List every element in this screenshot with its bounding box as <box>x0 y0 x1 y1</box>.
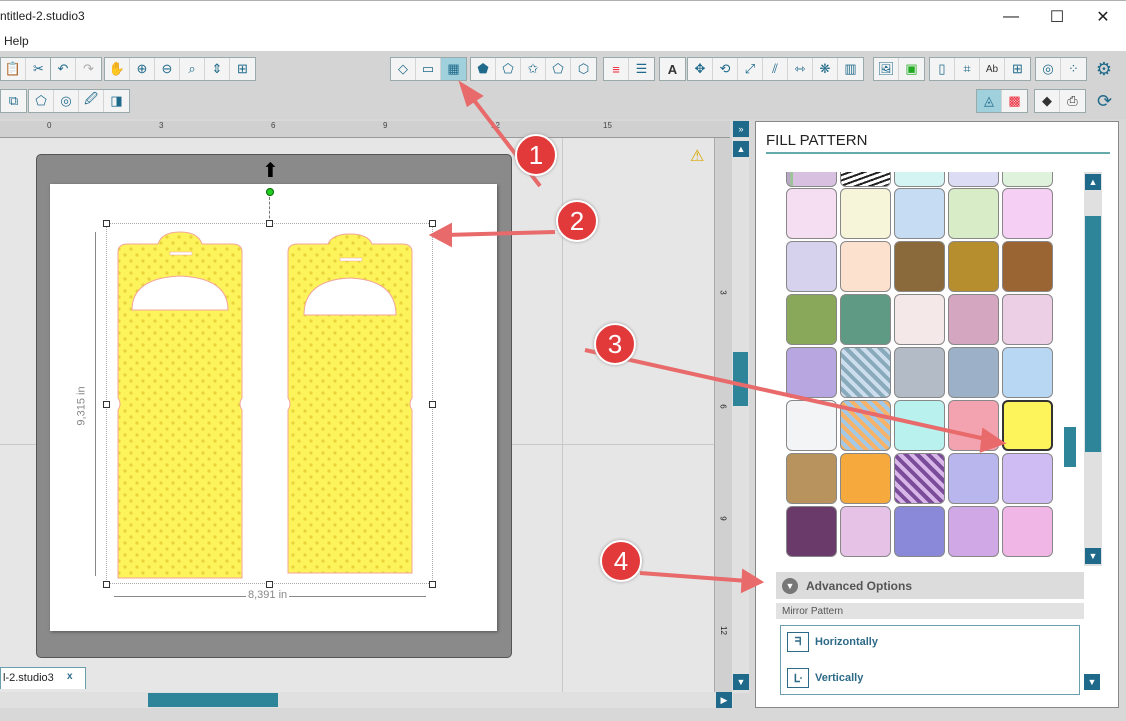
annotation-arrow-3 <box>584 348 991 442</box>
annotation-badge-3: 3 <box>594 323 636 365</box>
annotation-badge-4: 4 <box>600 540 642 582</box>
annotation-badge-1: 1 <box>515 134 557 176</box>
annotation-arrows <box>428 80 1007 594</box>
annotation-arrowhead-3 <box>979 427 1007 453</box>
annotation-badge-2: 2 <box>556 200 598 242</box>
annotation-arrow-2 <box>444 230 556 237</box>
annotation-arrowhead-1 <box>458 80 484 108</box>
annotation-arrowhead-2 <box>428 222 452 248</box>
annotation-arrowhead-4 <box>740 568 765 594</box>
annotation-arrow-4 <box>639 571 749 583</box>
